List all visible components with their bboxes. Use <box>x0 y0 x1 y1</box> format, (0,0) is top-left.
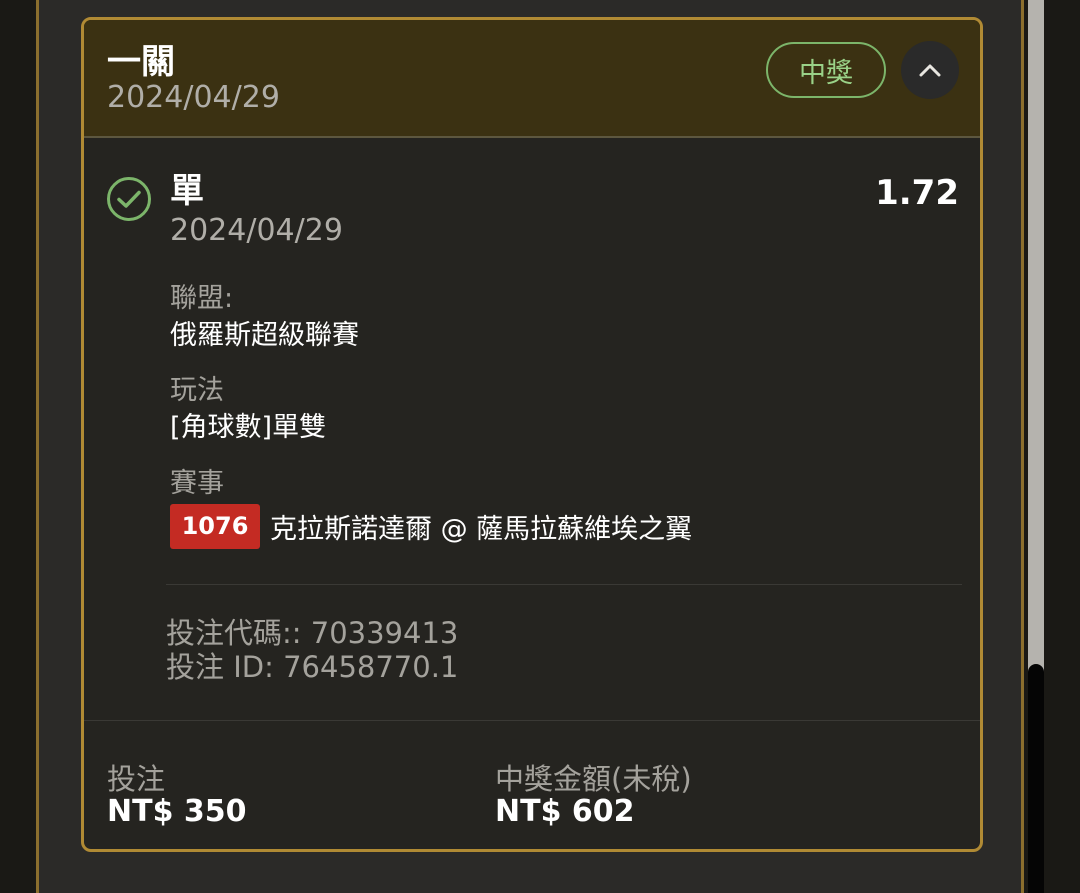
header-date: 2024/04/29 <box>107 80 280 115</box>
right-edge <box>1044 0 1080 893</box>
league-label: 聯盟: <box>170 283 234 314</box>
bet-id: 投注 ID: 76458770.1 <box>166 650 459 684</box>
odds-value: 1.72 <box>875 173 959 213</box>
bet-date: 2024/04/29 <box>170 213 343 248</box>
page: 一關 2024/04/29 中獎 單 2024/04/29 1.72 聯盟: 俄… <box>0 0 1080 893</box>
league-value: 俄羅斯超級聯賽 <box>170 320 359 351</box>
match-name: 克拉斯諾達爾 @ 薩馬拉蘇維埃之翼 <box>270 513 693 545</box>
chevron-up-icon <box>919 64 941 77</box>
collapse-button[interactable] <box>901 41 959 99</box>
divider <box>166 584 962 585</box>
bet-selection: 單 <box>170 171 204 211</box>
status-badge: 中獎 <box>766 42 886 98</box>
card-header[interactable]: 一關 2024/04/29 中獎 <box>84 20 980 138</box>
check-circle-icon <box>107 177 151 221</box>
stake-value: NT$ 350 <box>107 794 247 829</box>
match-row: 1076 克拉斯諾達爾 @ 薩馬拉蘇維埃之翼 <box>170 503 692 549</box>
scrollbar-thumb[interactable] <box>1028 664 1044 893</box>
match-number-badge: 1076 <box>170 503 260 549</box>
divider <box>84 720 980 721</box>
play-label: 玩法 <box>170 375 224 406</box>
payout-label: 中獎金額(未稅) <box>495 762 692 796</box>
play-value: [角球數]單雙 <box>170 412 327 443</box>
payout-value: NT$ 602 <box>495 794 635 829</box>
match-label: 賽事 <box>170 468 224 499</box>
bet-code: 投注代碼:: 70339413 <box>166 616 459 650</box>
bet-card: 一關 2024/04/29 中獎 單 2024/04/29 1.72 聯盟: 俄… <box>81 17 983 852</box>
stake-label: 投注 <box>107 762 166 796</box>
parlay-title: 一關 <box>107 42 175 82</box>
